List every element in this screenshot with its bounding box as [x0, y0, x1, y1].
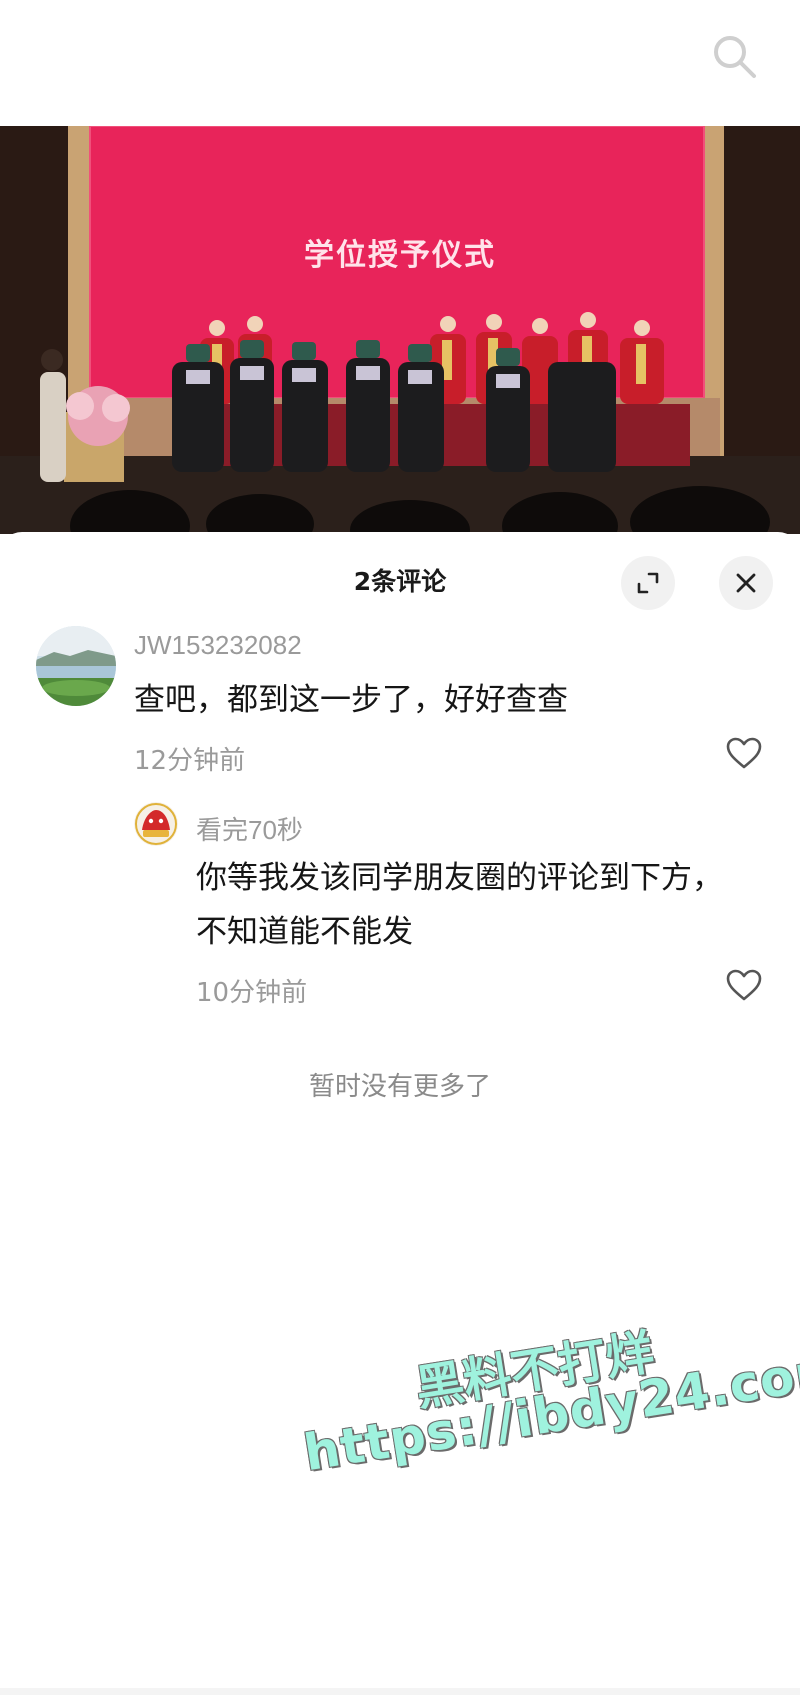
comment-time: 12分钟前 [134, 746, 246, 776]
reply-avatar[interactable] [134, 802, 178, 846]
like-button[interactable] [723, 964, 765, 1006]
close-icon [736, 573, 756, 593]
reply-username[interactable]: 看完70秒 [196, 810, 303, 847]
like-button[interactable] [723, 732, 765, 774]
comments-sheet: 2条评论 JW153232082 查吧，都到这一步了，好好查查 12分钟前 看完… [0, 532, 800, 1695]
expand-icon [637, 572, 659, 594]
heart-icon [726, 969, 762, 1001]
top-bar [0, 0, 800, 126]
avatar[interactable] [36, 626, 116, 706]
reply-text-line1: 你等我发该同学朋友圈的评论到下方， [196, 860, 723, 896]
reply-text-line2: 不知道能不能发 [196, 914, 413, 950]
bottom-divider [0, 1688, 800, 1695]
comment-text: 查吧，都到这一步了，好好查查 [134, 682, 568, 718]
close-button[interactable] [719, 556, 773, 610]
expand-button[interactable] [621, 556, 675, 610]
avatar-cartoon-image [134, 802, 178, 846]
no-more-comments: 暂时没有更多了 [308, 1072, 491, 1102]
stage-screen-title: 学位授予仪式 [304, 238, 496, 273]
heart-icon [726, 737, 762, 769]
video-player[interactable]: 学位授予仪式 [0, 126, 800, 534]
comments-header: 2条评论 [0, 532, 800, 628]
comment-username[interactable]: JW153232082 [134, 630, 302, 661]
video-frame [0, 126, 800, 534]
reply-time: 10分钟前 [196, 978, 308, 1008]
search-button[interactable] [704, 26, 764, 86]
comments-count-title: 2条评论 [353, 567, 447, 596]
search-icon [714, 36, 756, 78]
avatar-landscape-image [36, 626, 116, 706]
